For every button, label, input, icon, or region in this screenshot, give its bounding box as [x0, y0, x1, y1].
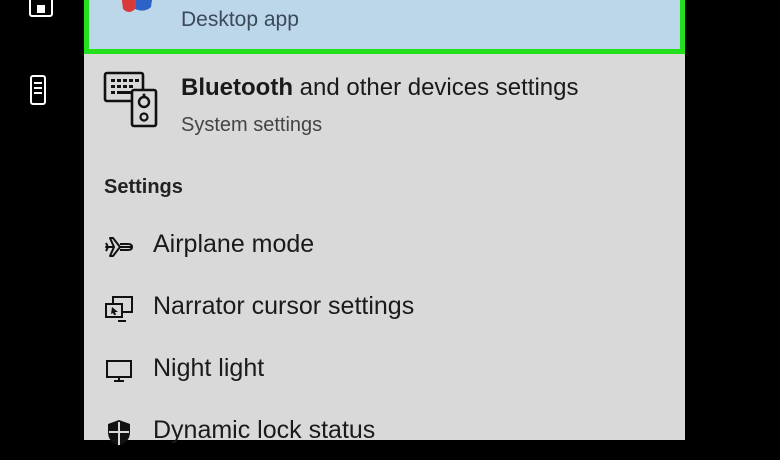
search-results-panel: Desktop app Bluetooth and other devices …: [84, 0, 685, 446]
best-match-subtitle: Desktop app: [181, 8, 299, 31]
setting-dynamic-lock[interactable]: Dynamic lock status: [84, 404, 685, 460]
start-left-rail: [0, 0, 84, 440]
monitor-icon: [104, 356, 134, 386]
setting-night-light[interactable]: Night light: [84, 342, 685, 398]
desktop-background: [685, 0, 780, 440]
best-match-result[interactable]: Desktop app: [84, 0, 685, 54]
result-title-rest: and other devices settings: [292, 74, 579, 101]
app-logo-icon: [115, 0, 159, 20]
settings-section-heading: Settings: [104, 176, 183, 198]
narrator-icon: [104, 294, 134, 324]
keyboard-speaker-icon: [102, 70, 162, 135]
setting-narrator-cursor[interactable]: Narrator cursor settings: [84, 280, 685, 336]
bluetooth-settings-result[interactable]: Bluetooth and other devices settings Sys…: [84, 62, 685, 140]
device-icon[interactable]: [28, 0, 54, 25]
setting-label: Night light: [153, 354, 265, 382]
setting-label: Dynamic lock status: [153, 416, 376, 444]
result-subtitle: System settings: [181, 114, 323, 136]
result-title-bold: Bluetooth: [181, 74, 293, 101]
airplane-icon: [104, 232, 134, 262]
setting-label: Narrator cursor settings: [153, 292, 415, 320]
setting-airplane-mode[interactable]: Airplane mode: [84, 218, 685, 274]
shield-icon: [104, 418, 134, 448]
result-title: Bluetooth and other devices settings: [181, 74, 579, 102]
setting-label: Airplane mode: [153, 230, 315, 258]
pc-tower-icon[interactable]: [28, 74, 48, 111]
